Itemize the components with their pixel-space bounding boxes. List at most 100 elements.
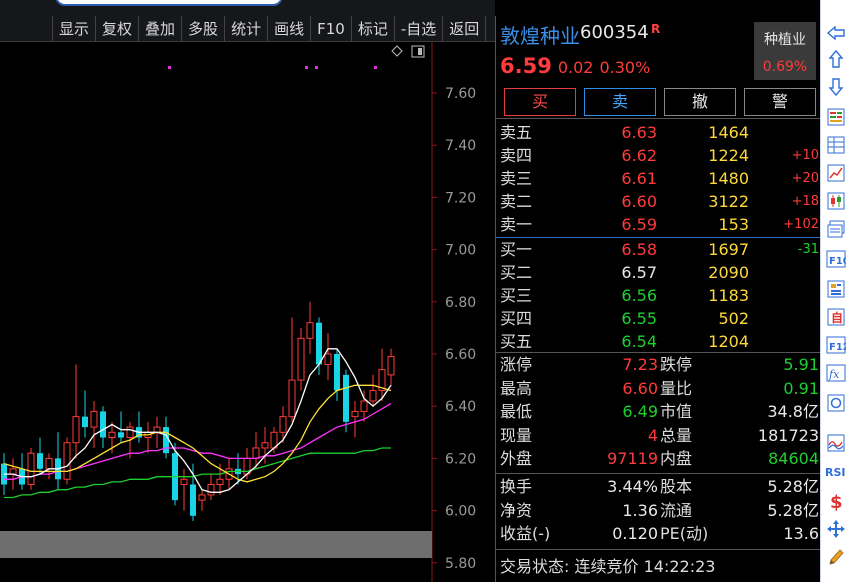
candle[interactable] [288, 317, 296, 422]
price-tick-label: 7.20 [445, 190, 476, 206]
back-button[interactable]: 返回 [442, 16, 487, 42]
arrow-up-icon[interactable] [825, 48, 846, 69]
order-book-row[interactable]: 卖三 6.61 1480 +20 [496, 167, 821, 190]
remove-favorite-button[interactable]: -自选 [393, 16, 442, 42]
adjust-button[interactable]: 复权 [95, 16, 138, 42]
candle[interactable] [63, 437, 71, 485]
list-icon[interactable] [825, 106, 846, 127]
pen-icon[interactable] [825, 546, 846, 567]
sector-tile[interactable]: 种植业 0.69% [754, 22, 816, 80]
candle[interactable] [207, 474, 215, 501]
candle[interactable] [27, 447, 35, 490]
stat-value: 0.120 [612, 524, 658, 543]
kline-chart[interactable]: 7.60 7.40 7.20 7.00 6.80 6.60 6.40 6.20 6.00 5.80 [0, 42, 495, 582]
candle[interactable] [180, 468, 188, 511]
wave-icon[interactable] [825, 432, 846, 453]
candle[interactable] [90, 400, 98, 448]
order-book-row[interactable]: 卖四 6.62 1224 +10 [496, 144, 821, 167]
margin-trading-badge: R [651, 22, 661, 36]
multi-stock-button[interactable]: 多股 [181, 16, 224, 42]
draw-line-button[interactable]: 画线 [267, 16, 310, 42]
search-box[interactable] [55, 0, 283, 6]
order-book-row[interactable]: 买五 6.54 1204 [496, 330, 821, 353]
order-book-row[interactable]: 买四 6.55 502 [496, 307, 821, 330]
candle[interactable] [198, 489, 206, 511]
stat-row: 净资 1.36 流通 5.28亿 [496, 499, 821, 523]
buy-button[interactable]: 买 [504, 88, 576, 116]
price-tick-label: 6.80 [445, 295, 476, 311]
candle[interactable] [387, 348, 395, 386]
f10-icon[interactable]: F10 [825, 248, 846, 269]
candle[interactable] [136, 411, 142, 443]
diamond-icon[interactable] [391, 45, 403, 57]
window-icon[interactable] [825, 218, 846, 239]
candle[interactable] [72, 364, 80, 459]
level-change: +18 [791, 194, 819, 209]
panel-toggle-icon[interactable] [411, 45, 425, 58]
event-marker[interactable] [374, 66, 377, 69]
move-icon[interactable] [825, 518, 846, 539]
arrow-down-icon[interactable] [825, 76, 846, 97]
statistics-button[interactable]: 统计 [224, 16, 267, 42]
stat-label: 股本 [660, 477, 693, 496]
overlay-button[interactable]: 叠加 [138, 16, 181, 42]
candle[interactable] [118, 411, 124, 443]
order-book-row[interactable]: 买三 6.56 1183 [496, 284, 821, 307]
fx-icon[interactable]: fx [825, 362, 846, 383]
f12-icon[interactable]: F12 [825, 334, 846, 355]
candle-icon[interactable] [825, 190, 846, 211]
price-alert-button[interactable]: 警 [744, 88, 816, 116]
candle[interactable] [297, 327, 305, 391]
event-marker[interactable] [305, 66, 308, 69]
candle[interactable] [343, 369, 349, 433]
candle[interactable] [45, 453, 53, 480]
trade-state-label: 交易状态: [500, 557, 570, 576]
arrow-left-icon[interactable] [825, 22, 846, 43]
candle[interactable] [369, 374, 377, 407]
price-tick-label: 6.40 [445, 399, 476, 415]
toolbar-buttons: 显示 复权 叠加 多股 统计 画线 F10 标记 -自选 返回 [52, 16, 487, 42]
candle[interactable] [19, 453, 25, 490]
candle[interactable] [37, 437, 43, 475]
stock-name[interactable]: 敦煌种业 [500, 20, 580, 49]
candle[interactable] [190, 463, 196, 522]
level-volume: 1204 [708, 332, 749, 351]
level-change: +102 [783, 217, 819, 232]
order-book-row[interactable]: 卖二 6.60 3122 +18 [496, 190, 821, 213]
self-icon[interactable]: 自 [825, 306, 846, 327]
order-book-row[interactable]: 卖一 6.59 153 +102 [496, 213, 821, 236]
info-icon[interactable] [825, 278, 846, 299]
display-button[interactable]: 显示 [52, 16, 95, 42]
chart-scrollbar[interactable] [0, 531, 432, 558]
sell-button[interactable]: 卖 [584, 88, 656, 116]
order-book-row[interactable]: 买二 6.57 2090 [496, 261, 821, 284]
kline-svg[interactable]: 7.60 7.40 7.20 7.00 6.80 6.60 6.40 6.20 6.00 5.80 [0, 42, 495, 582]
rsi-icon[interactable]: RSI [825, 460, 846, 481]
circle-icon[interactable] [825, 392, 846, 413]
cancel-order-button[interactable]: 撤 [664, 88, 736, 116]
candle[interactable] [55, 432, 61, 490]
candle[interactable] [360, 390, 368, 422]
level-change: +10 [791, 148, 819, 163]
stat-label: 现量 [500, 425, 533, 445]
order-book-row[interactable]: 买一 6.58 1697 -31 [496, 238, 821, 261]
stat-value: 13.6 [783, 524, 819, 543]
candle[interactable] [144, 421, 152, 454]
candle[interactable] [100, 406, 106, 448]
line-chart-icon[interactable] [825, 162, 846, 183]
candle[interactable] [351, 400, 359, 438]
mark-button[interactable]: 标记 [350, 16, 394, 42]
event-marker[interactable] [168, 66, 171, 69]
candle[interactable] [378, 348, 386, 401]
candle[interactable] [324, 333, 332, 381]
level-price: 6.61 [621, 169, 657, 188]
f10-button[interactable]: F10 [310, 16, 351, 42]
event-marker[interactable] [315, 66, 318, 69]
candle-body [360, 400, 368, 412]
stat-label: 总量 [660, 425, 693, 445]
dollar-icon[interactable]: $ [825, 490, 846, 511]
order-book-row[interactable]: 卖五 6.63 1464 [496, 121, 821, 144]
table-icon[interactable] [825, 134, 846, 155]
candle[interactable] [306, 301, 314, 354]
candle[interactable] [82, 390, 88, 438]
